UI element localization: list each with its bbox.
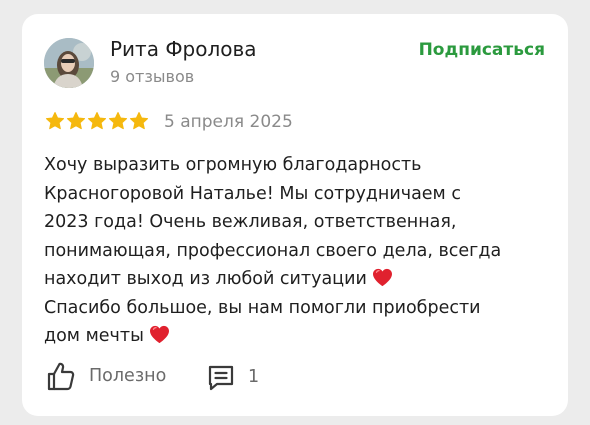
- helpful-label: Полезно: [89, 366, 167, 386]
- review-line: Хочу выразить огромную благодарность: [44, 155, 422, 175]
- review-line-with-heart: дом мечты: [44, 322, 544, 351]
- review-date: 5 апреля 2025: [164, 112, 293, 132]
- user-photo-icon: [44, 38, 94, 88]
- review-line: находит выход из любой ситуации: [44, 269, 367, 289]
- author-name[interactable]: Рита Фролова: [110, 36, 257, 62]
- review-line: дом мечты: [44, 326, 144, 346]
- review-card: Рита Фролова 9 отзывов Подписаться 5 апр…: [22, 14, 568, 416]
- helpful-button[interactable]: Полезно: [47, 361, 166, 391]
- review-line-with-heart: находит выход из любой ситуации: [44, 265, 544, 294]
- star-icon: [87, 112, 107, 130]
- comment-icon: [208, 365, 234, 391]
- subscribe-button[interactable]: Подписаться: [419, 39, 545, 61]
- thumbs-up-icon: [47, 362, 75, 391]
- heart-icon: [149, 325, 169, 344]
- comments-button[interactable]: 1: [207, 363, 259, 391]
- review-line: понимающая, профессионал своего дела, вс…: [44, 240, 502, 261]
- star-icon: [108, 112, 128, 130]
- author-reviews-count: 9 отзывов: [110, 67, 195, 86]
- review-line: 2023 года! Очень вежливая, ответственная…: [44, 212, 457, 232]
- review-line: Красногоровой Наталье! Мы сотрудничаем с: [44, 183, 461, 204]
- rating-stars: [45, 111, 149, 131]
- review-line: Спасибо большое, вы нам помогли приобрес…: [44, 297, 481, 318]
- comments-count: 1: [248, 367, 260, 387]
- star-icon: [45, 112, 65, 130]
- star-icon: [129, 112, 149, 130]
- review-text: Хочу выразить огромную благодарность Кра…: [44, 151, 544, 351]
- avatar[interactable]: [44, 38, 94, 88]
- star-icon: [66, 112, 86, 130]
- heart-icon: [372, 268, 392, 287]
